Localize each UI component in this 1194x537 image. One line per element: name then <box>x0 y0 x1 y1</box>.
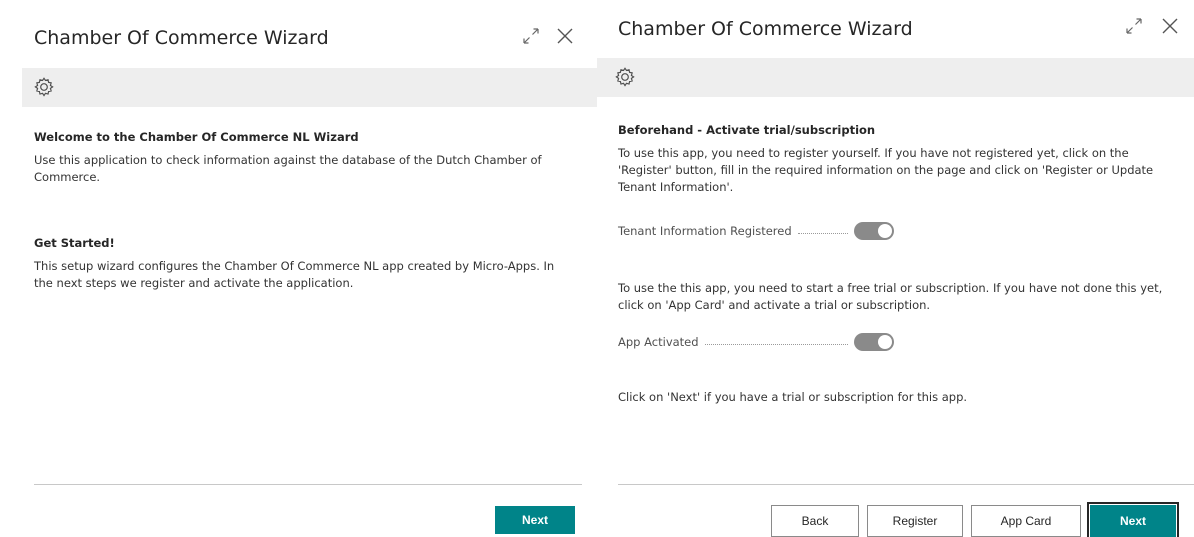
app-activated-toggle[interactable] <box>854 333 894 351</box>
toggle-knob <box>878 224 892 238</box>
wizard-panel-activation: Chamber Of Commerce Wizard Beforehand - … <box>597 0 1194 537</box>
gear-icon <box>614 66 636 88</box>
next-button[interactable]: Next <box>1087 502 1179 537</box>
tenant-registered-toggle[interactable] <box>854 222 894 240</box>
app-activated-field: App Activated <box>618 333 894 351</box>
gear-icon <box>33 76 55 98</box>
welcome-heading: Welcome to the Chamber Of Commerce NL Wi… <box>34 130 359 144</box>
register-button[interactable]: Register <box>867 505 963 537</box>
tenant-registered-label: Tenant Information Registered <box>618 224 792 238</box>
close-icon[interactable] <box>1161 17 1179 35</box>
back-button[interactable]: Back <box>771 505 859 537</box>
footer-divider <box>34 484 582 485</box>
page-title: Chamber Of Commerce Wizard <box>34 27 329 49</box>
app-activated-label: App Activated <box>618 335 699 349</box>
page-title: Chamber Of Commerce Wizard <box>618 18 913 40</box>
close-icon[interactable] <box>556 27 574 45</box>
get-started-heading: Get Started! <box>34 236 115 250</box>
field-leader <box>704 343 848 345</box>
trial-text: To use the this app, you need to start a… <box>618 281 1163 312</box>
toggle-knob <box>878 335 892 349</box>
app-card-button[interactable]: App Card <box>971 505 1081 537</box>
next-hint-text: Click on 'Next' if you have a trial or s… <box>618 390 968 404</box>
tenant-registered-field: Tenant Information Registered <box>618 222 894 240</box>
field-leader <box>797 232 848 234</box>
expand-icon[interactable] <box>1125 17 1143 35</box>
expand-icon[interactable] <box>522 27 540 45</box>
wizard-banner <box>597 58 1194 97</box>
wizard-banner <box>22 68 597 107</box>
get-started-text: This setup wizard configures the Chamber… <box>34 259 555 290</box>
wizard-panel-welcome: Chamber Of Commerce Wizard Welcome to th… <box>0 0 597 534</box>
step-heading: Beforehand - Activate trial/subscription <box>618 123 876 137</box>
footer-divider <box>618 484 1194 485</box>
register-text: To use this app, you need to register yo… <box>618 146 1154 194</box>
welcome-text: Use this application to check informatio… <box>34 153 542 184</box>
